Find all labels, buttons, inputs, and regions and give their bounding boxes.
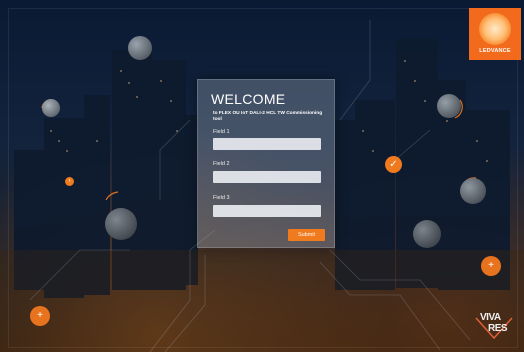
field-3-label: Field 3	[213, 195, 230, 201]
vivares-line-2: RES	[488, 323, 508, 334]
plus-icon: +	[481, 256, 501, 276]
field-1-input[interactable]	[213, 138, 321, 150]
field-2-input[interactable]	[213, 171, 321, 183]
page-subtitle: to FLEX OU IoT DALI-2 HCL TW Commissioni…	[213, 111, 323, 122]
vivares-logo: VIVA RES	[474, 312, 516, 342]
chevron-right-icon: ›	[65, 177, 74, 186]
vivares-line-1: VIVA	[480, 312, 501, 323]
welcome-form-panel: WELCOME to FLEX OU IoT DALI-2 HCL TW Com…	[197, 79, 335, 248]
check-icon: ✓	[385, 156, 402, 173]
field-1-label: Field 1	[213, 129, 230, 135]
field-2-label: Field 2	[213, 161, 230, 167]
field-3-input[interactable]	[213, 205, 321, 217]
plus-icon: +	[30, 306, 50, 326]
sun-logo-icon	[479, 13, 511, 45]
submit-button[interactable]: Submit	[288, 229, 325, 241]
page-title: WELCOME	[211, 91, 286, 107]
background-scene: LEDVANCE ✓ › + + WELCOME to FLEX OU IoT …	[0, 0, 524, 352]
ledvance-logo: LEDVANCE	[469, 8, 521, 60]
brand-name: LEDVANCE	[479, 48, 511, 54]
